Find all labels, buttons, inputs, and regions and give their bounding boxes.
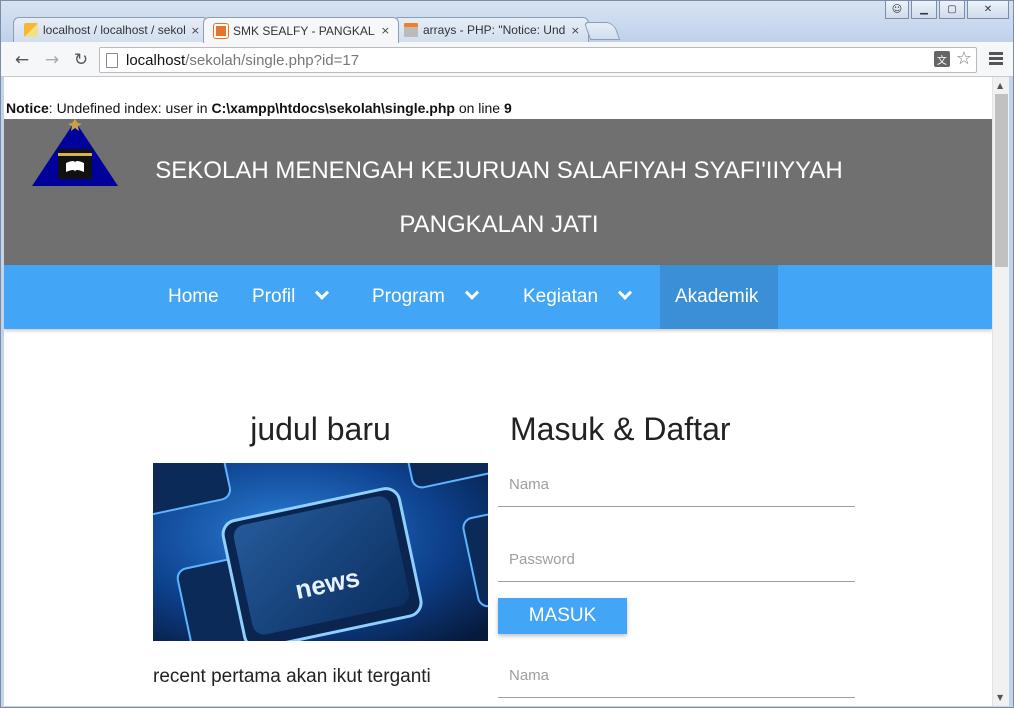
nama-field bbox=[498, 463, 855, 507]
chevron-down-icon bbox=[617, 285, 633, 300]
translate-icon[interactable]: 文 bbox=[933, 51, 950, 67]
maximize-button[interactable]: ▢ bbox=[939, 1, 965, 19]
tab-title: localhost / localhost / sekolah bbox=[43, 23, 185, 37]
nav-program-label: Program bbox=[372, 286, 445, 307]
nav-home-label: Home bbox=[168, 286, 219, 307]
scroll-thumb[interactable] bbox=[995, 94, 1008, 267]
notice-path: C:\xampp\htdocs\sekolah\single.php bbox=[211, 100, 455, 116]
new-tab-button[interactable] bbox=[583, 22, 621, 40]
school-location: PANGKALAN JATI bbox=[399, 211, 599, 238]
masuk-button[interactable]: MASUK bbox=[498, 598, 627, 634]
nama-register-input[interactable] bbox=[498, 654, 855, 697]
profile-icon[interactable]: ☺ bbox=[885, 1, 909, 19]
password-field bbox=[498, 538, 855, 582]
school-name: SEKOLAH MENENGAH KEJURUAN SALAFIYAH SYAF… bbox=[155, 157, 843, 184]
chevron-down-icon bbox=[315, 285, 330, 300]
minimize-button[interactable]: ▁ bbox=[911, 1, 937, 19]
nav-program[interactable]: Program bbox=[357, 265, 492, 329]
main-navbar: Home Profil Program Kegiatan Akademik bbox=[4, 265, 992, 329]
phpmyadmin-icon bbox=[24, 23, 38, 37]
browser-menu-icon[interactable] bbox=[989, 52, 1003, 67]
password-input[interactable] bbox=[498, 538, 855, 581]
nav-kegiatan[interactable]: Kegiatan bbox=[508, 265, 645, 329]
post-excerpt: recent pertama akan ikut terganti bbox=[153, 666, 431, 687]
nama-input[interactable] bbox=[498, 463, 855, 506]
close-tab-icon[interactable]: × bbox=[571, 24, 580, 37]
site-header: SEKOLAH MENENGAH KEJURUAN SALAFIYAH SYAF… bbox=[4, 119, 992, 265]
address-bar-icons: 文 ☆ bbox=[933, 50, 972, 68]
browser-toolbar: ← → ↻ localhost/sekolah/single.php?id=17… bbox=[1, 42, 1013, 77]
php-notice: Notice: Undefined index: user in C:\xamp… bbox=[6, 100, 512, 116]
tab-strip: localhost / localhost / sekolah × SMK SE… bbox=[13, 17, 621, 43]
tab-smk-sealfy[interactable]: SMK SEALFY - PANGKALAN JATI × bbox=[203, 17, 399, 43]
page-icon bbox=[106, 52, 118, 68]
scroll-up-icon[interactable]: ▲ bbox=[997, 81, 1003, 90]
stackoverflow-icon bbox=[404, 23, 418, 37]
url-host: localhost bbox=[126, 51, 186, 69]
school-favicon-icon bbox=[213, 22, 229, 39]
window-controls: ☺ ▁ ▢ ✕ bbox=[885, 1, 1009, 19]
nav-kegiatan-label: Kegiatan bbox=[523, 286, 599, 307]
tab-stackoverflow[interactable]: arrays - PHP: "Notice: Undefined index" … bbox=[393, 17, 589, 42]
tab-phpmyadmin[interactable]: localhost / localhost / sekolah × bbox=[13, 17, 209, 42]
tab-title: SMK SEALFY - PANGKALAN JATI bbox=[233, 23, 375, 38]
nav-profil-label: Profil bbox=[252, 286, 296, 307]
tab-title: arrays - PHP: "Notice: Undefined index" bbox=[423, 23, 565, 37]
login-title: Masuk & Daftar bbox=[510, 411, 731, 447]
address-bar[interactable]: localhost/sekolah/single.php?id=17 文 ☆ bbox=[99, 47, 977, 73]
news-image: news bbox=[153, 463, 488, 641]
notice-line: 9 bbox=[503, 100, 512, 116]
notice-on-line: on line bbox=[454, 100, 504, 116]
close-tab-icon[interactable]: × bbox=[381, 24, 390, 37]
nav-profil[interactable]: Profil bbox=[237, 265, 342, 329]
reload-icon[interactable]: ↻ bbox=[70, 49, 92, 71]
close-window-button[interactable]: ✕ bbox=[967, 1, 1009, 19]
nama-register-field bbox=[498, 654, 855, 698]
notice-message: : Undefined index: user in bbox=[48, 100, 212, 116]
page-viewport: Notice: Undefined index: user in C:\xamp… bbox=[4, 77, 992, 706]
bookmark-star-icon[interactable]: ☆ bbox=[956, 50, 972, 68]
chevron-down-icon bbox=[464, 285, 479, 300]
scroll-down-icon[interactable]: ▼ bbox=[997, 693, 1003, 702]
notice-label: Notice bbox=[6, 100, 49, 116]
forward-arrow-icon[interactable]: → bbox=[41, 49, 63, 71]
nav-home[interactable]: Home bbox=[153, 265, 234, 329]
close-tab-icon[interactable]: × bbox=[191, 24, 200, 37]
nav-akademik-label: Akademik bbox=[675, 286, 759, 307]
post-title: judul baru bbox=[250, 411, 391, 447]
page-scrollbar[interactable]: ▲ ▼ bbox=[992, 77, 1009, 706]
back-arrow-icon[interactable]: ← bbox=[11, 49, 33, 71]
title-bar: ☺ ▁ ▢ ✕ localhost / localhost / sekolah … bbox=[1, 1, 1013, 43]
nav-akademik[interactable]: Akademik bbox=[660, 265, 778, 329]
url-path: /sekolah/single.php?id=17 bbox=[185, 51, 360, 69]
